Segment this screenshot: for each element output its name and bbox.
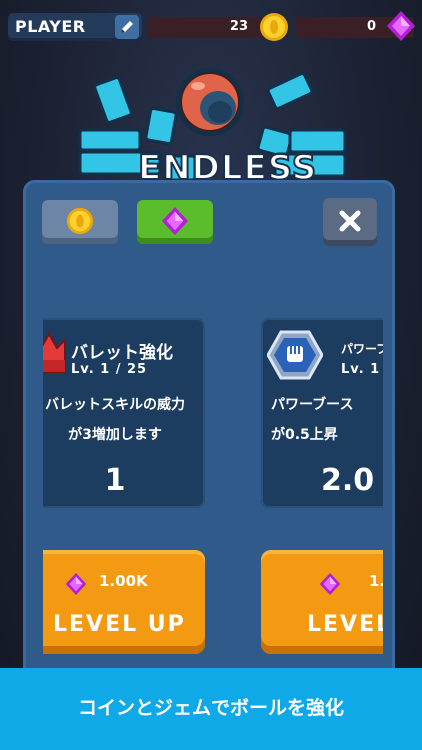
game-logo: ENDLESS [70,60,350,200]
card-title: バレット強化 [71,343,173,363]
card-description: パワーブース が0.5上昇 [271,397,354,443]
gem-icon [386,10,416,46]
coin-icon [258,11,290,47]
upgrade-panel: バレット強化 Lv. 1 / 25 バレットスキルの威力 が3増加します 1 パ… [23,180,395,700]
banner-text: コインとジェムでボールを強化 [77,697,344,719]
promo-banner: コインとジェムでボールを強化 [0,668,422,750]
coin-counter: 23 [148,13,288,41]
player-name-box[interactable]: PLAYER [8,13,142,41]
level-up-button[interactable]: 1. LEVEL [261,550,383,654]
gem-count: 0 [366,19,376,34]
level-up-cost: 1. [369,572,383,590]
level-up-cost: 1.00K [99,572,148,590]
upgrade-card-bullet: バレット強化 Lv. 1 / 25 バレットスキルの威力 が3増加します 1 [43,318,205,508]
gem-icon [65,572,87,600]
level-up-button[interactable]: 1.00K LEVEL UP [43,550,205,654]
level-up-label: LEVEL [307,612,383,637]
gem-counter: 0 [296,11,415,41]
card-value: 2.0 [321,463,375,498]
card-level: Lv. 1 [341,362,381,377]
upgrade-cards-scroller[interactable]: バレット強化 Lv. 1 / 25 バレットスキルの威力 が3増加します 1 パ… [43,180,383,700]
pencil-icon[interactable] [115,15,139,39]
card-value: 1 [104,463,126,498]
upgrade-card-power-boost: パワーブ Lv. 1 パワーブース が0.5上昇 2.0 [261,318,383,508]
card-description: バレットスキルの威力 が3増加します [45,397,185,443]
bullet-icon [43,330,67,378]
card-title: パワーブ [341,342,383,356]
power-fist-icon [266,330,324,384]
card-level: Lv. 1 / 25 [71,362,148,377]
level-up-label: LEVEL UP [53,612,186,637]
player-name: PLAYER [15,17,86,36]
coin-count: 23 [229,19,248,34]
top-bar: PLAYER 23 0 [0,0,422,52]
gem-icon [319,572,341,600]
